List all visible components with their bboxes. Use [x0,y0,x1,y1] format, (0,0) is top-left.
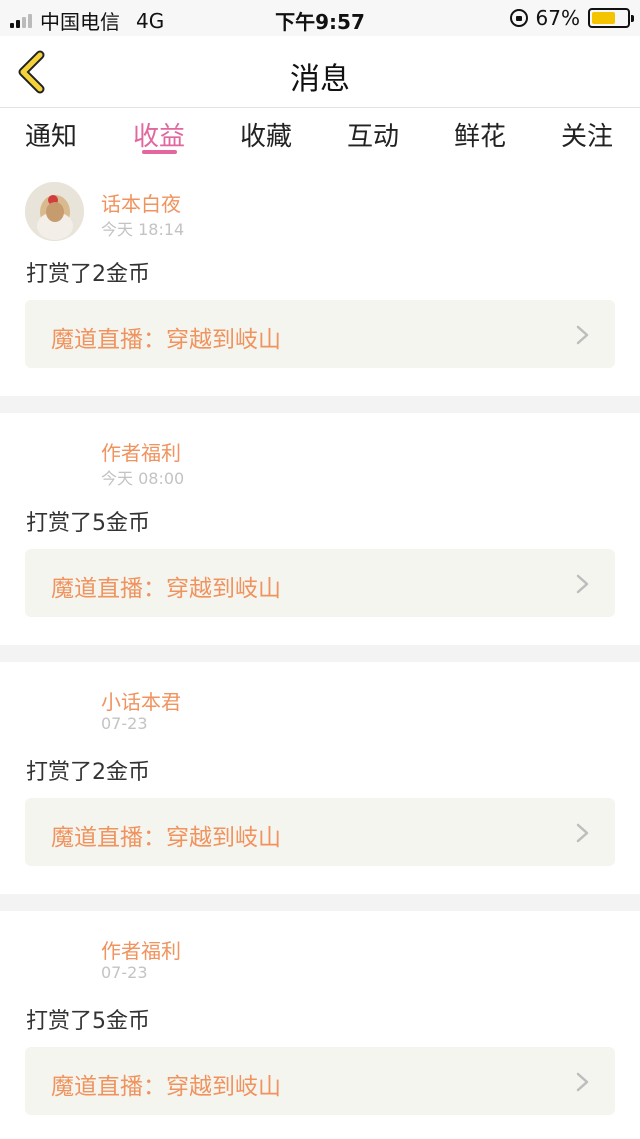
divider [0,645,640,662]
tab-flowers[interactable]: 鲜花 [440,116,520,153]
sender-name[interactable]: 作者福利 [101,935,181,964]
tab-bar: 通知 收益 收藏 互动 鲜花 关注 [0,108,640,164]
chevron-right-icon [576,325,589,345]
divider [0,396,640,413]
timestamp: 07-23 [101,963,148,982]
chevron-right-icon [576,823,589,843]
status-right: 67% [509,6,634,30]
work-link[interactable]: 魔道直播：穿越到岐山 [25,300,615,368]
timestamp: 今天 08:00 [101,469,185,488]
tab-interactions[interactable]: 互动 [333,116,413,153]
active-tab-indicator [142,150,177,154]
work-link-title: 魔道直播：穿越到岐山 [51,576,281,602]
chevron-right-icon [576,1072,589,1092]
avatar[interactable] [25,929,84,988]
rotation-lock-icon [509,9,528,27]
message-text: 打赏了5金币 [26,1009,150,1034]
message-card: 话本白夜 今天 18:14 打赏了2金币 魔道直播：穿越到岐山 [0,164,640,396]
tab-favorites[interactable]: 收藏 [226,116,306,153]
battery-fill [592,12,615,24]
avatar[interactable] [25,182,84,241]
tab-earnings[interactable]: 收益 [119,116,199,153]
work-link[interactable]: 魔道直播：穿越到岐山 [25,798,615,866]
sender-name[interactable]: 作者福利 [101,437,181,466]
avatar[interactable] [25,680,84,739]
sender-name[interactable]: 小话本君 [101,686,181,715]
tab-following[interactable]: 关注 [547,116,627,153]
divider [0,894,640,911]
message-text: 打赏了2金币 [26,760,150,785]
chevron-right-icon [576,574,589,594]
work-link[interactable]: 魔道直播：穿越到岐山 [25,549,615,617]
work-link-title: 魔道直播：穿越到岐山 [51,327,281,353]
avatar[interactable] [25,431,84,490]
message-card: 作者福利 07-23 打赏了5金币 魔道直播：穿越到岐山 [0,911,640,1139]
page-title: 消息 [290,62,350,97]
work-link-title: 魔道直播：穿越到岐山 [51,825,281,851]
battery-percent: 67% [535,6,580,30]
work-link-title: 魔道直播：穿越到岐山 [51,1074,281,1100]
avatar-image [25,182,84,241]
message-text: 打赏了5金币 [26,511,150,536]
work-link[interactable]: 魔道直播：穿越到岐山 [25,1047,615,1115]
nav-bar: 消息 [0,36,640,108]
timestamp: 今天 18:14 [101,220,185,239]
message-card: 小话本君 07-23 打赏了2金币 魔道直播：穿越到岐山 [0,662,640,894]
sender-name[interactable]: 话本白夜 [101,188,181,217]
battery-icon [588,8,634,28]
message-text: 打赏了2金币 [26,262,150,287]
message-card: 作者福利 今天 08:00 打赏了5金币 魔道直播：穿越到岐山 [0,413,640,645]
tab-notifications[interactable]: 通知 [11,116,91,153]
status-bar: 中国电信 4G 下午9:57 67% [0,0,640,36]
timestamp: 07-23 [101,714,148,733]
